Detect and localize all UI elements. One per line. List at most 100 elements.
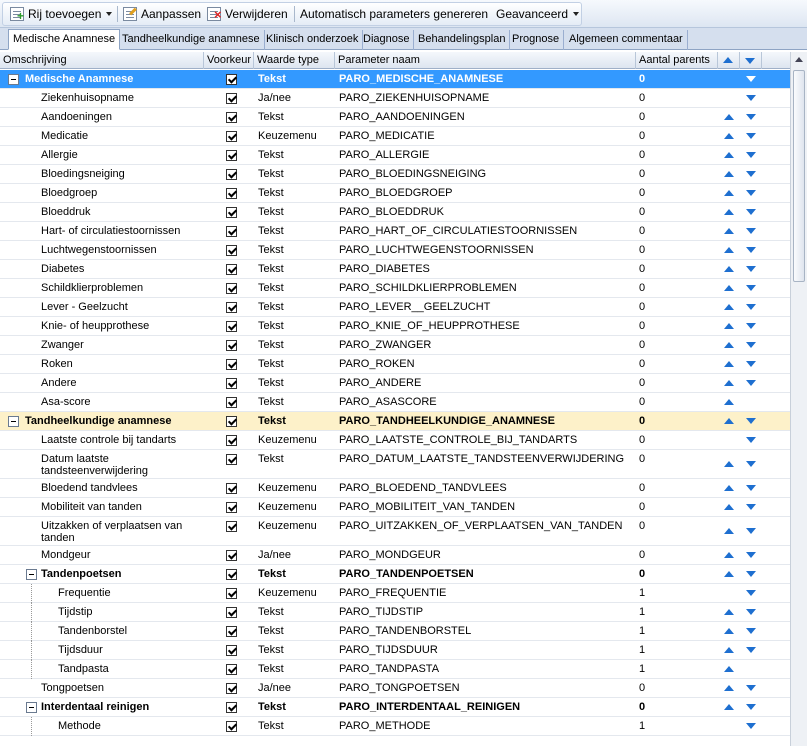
move-up-icon[interactable] xyxy=(724,133,734,139)
move-down-icon[interactable] xyxy=(746,418,756,424)
move-down-icon[interactable] xyxy=(746,133,756,139)
tab-diagnose[interactable]: Diagnose xyxy=(359,30,415,50)
scrollbar-thumb[interactable] xyxy=(793,70,805,282)
column-header-parameter-name[interactable]: Parameter naam xyxy=(335,52,636,69)
move-up-icon[interactable] xyxy=(724,171,734,177)
table-row[interactable]: Ziekenhuisopname Ja/nee PARO_ZIEKENHUISOPN… xyxy=(0,89,790,108)
preference-checkbox[interactable] xyxy=(226,416,237,427)
move-down-icon[interactable] xyxy=(746,723,756,729)
move-up-icon[interactable] xyxy=(724,342,734,348)
move-down-icon[interactable] xyxy=(746,461,756,467)
column-header-description[interactable]: Omschrijving xyxy=(0,52,204,69)
table-row[interactable]: Lever - Geelzucht Tekst PARO_LEVER__GEELZU… xyxy=(0,298,790,317)
collapse-icon[interactable] xyxy=(26,569,37,580)
table-row[interactable]: Tijdsduur Tekst PARO_TIJDSDUUR 1 xyxy=(0,641,790,660)
preference-checkbox[interactable] xyxy=(226,664,237,675)
preference-checkbox[interactable] xyxy=(226,569,237,580)
preference-checkbox[interactable] xyxy=(226,264,237,275)
move-down-icon[interactable] xyxy=(746,504,756,510)
move-up-icon[interactable] xyxy=(724,647,734,653)
move-down-icon[interactable] xyxy=(746,528,756,534)
advanced-menu-button[interactable]: Geavanceerd xyxy=(496,4,580,24)
column-header-value-type[interactable]: Waarde type xyxy=(254,52,335,69)
scroll-up-icon[interactable] xyxy=(795,57,803,62)
table-row[interactable]: Andere Tekst PARO_ANDERE 0 xyxy=(0,374,790,393)
move-up-icon[interactable] xyxy=(724,266,734,272)
move-down-icon[interactable] xyxy=(746,609,756,615)
collapse-icon[interactable] xyxy=(26,702,37,713)
move-down-icon[interactable] xyxy=(746,247,756,253)
preference-checkbox[interactable] xyxy=(226,207,237,218)
table-row[interactable]: Medicatie Keuzemenu PARO_MEDICATIE 0 xyxy=(0,127,790,146)
column-header-move-up[interactable] xyxy=(718,52,740,69)
table-row[interactable]: Aandoeningen Tekst PARO_AANDOENINGEN 0 xyxy=(0,108,790,127)
move-up-icon[interactable] xyxy=(724,685,734,691)
move-down-icon[interactable] xyxy=(746,228,756,234)
move-down-icon[interactable] xyxy=(746,437,756,443)
move-down-icon[interactable] xyxy=(746,571,756,577)
preference-checkbox[interactable] xyxy=(226,283,237,294)
move-down-icon[interactable] xyxy=(746,590,756,596)
move-down-icon[interactable] xyxy=(746,190,756,196)
move-down-icon[interactable] xyxy=(746,485,756,491)
move-up-icon[interactable] xyxy=(724,114,734,120)
group-row[interactable]: Interdentaal reinigen Tekst PARO_INTERDENT… xyxy=(0,698,790,717)
preference-checkbox[interactable] xyxy=(226,131,237,142)
move-down-icon[interactable] xyxy=(746,114,756,120)
delete-button[interactable]: Verwijderen xyxy=(207,4,288,24)
move-up-icon[interactable] xyxy=(724,485,734,491)
preference-checkbox[interactable] xyxy=(226,702,237,713)
move-up-icon[interactable] xyxy=(724,609,734,615)
table-row[interactable]: Asa-score Tekst PARO_ASASCORE 0 xyxy=(0,393,790,412)
move-down-icon[interactable] xyxy=(746,685,756,691)
preference-checkbox[interactable] xyxy=(226,378,237,389)
column-header-parent-count[interactable]: Aantal parents xyxy=(636,52,718,69)
collapse-icon[interactable] xyxy=(8,74,19,85)
generate-parameters-button[interactable]: Automatisch parameters genereren xyxy=(300,4,488,24)
move-down-icon[interactable] xyxy=(746,209,756,215)
preference-checkbox[interactable] xyxy=(226,454,237,465)
table-row[interactable]: Tandpasta Tekst PARO_TANDPASTA 1 xyxy=(0,660,790,679)
preference-checkbox[interactable] xyxy=(226,435,237,446)
move-down-icon[interactable] xyxy=(746,304,756,310)
group-row[interactable]: Tandenpoetsen Tekst PARO_TANDENPOETSEN 0 xyxy=(0,565,790,584)
tab-medische-anamnese[interactable]: Medische Anamnese xyxy=(8,29,121,50)
preference-checkbox[interactable] xyxy=(226,721,237,732)
table-row[interactable]: Datum laatste tandsteenverwijdering Tekst… xyxy=(0,450,790,479)
move-up-icon[interactable] xyxy=(724,418,734,424)
move-down-icon[interactable] xyxy=(746,342,756,348)
preference-checkbox[interactable] xyxy=(226,112,237,123)
move-up-icon[interactable] xyxy=(724,571,734,577)
move-up-icon[interactable] xyxy=(724,209,734,215)
table-row[interactable]: Bloedend tandvlees Keuzemenu PARO_BLOEDEND… xyxy=(0,479,790,498)
column-header-move-down[interactable] xyxy=(740,52,762,69)
move-up-icon[interactable] xyxy=(724,285,734,291)
table-row[interactable]: Zwanger Tekst PARO_ZWANGER 0 xyxy=(0,336,790,355)
tab-prognose[interactable]: Prognose xyxy=(508,30,565,50)
move-up-icon[interactable] xyxy=(724,528,734,534)
table-row[interactable]: Luchtwegenstoornissen Tekst PARO_LUCHTWEGE… xyxy=(0,241,790,260)
preference-checkbox[interactable] xyxy=(226,226,237,237)
move-up-icon[interactable] xyxy=(724,304,734,310)
move-up-icon[interactable] xyxy=(724,461,734,467)
move-down-icon[interactable] xyxy=(746,323,756,329)
table-row[interactable]: Roken Tekst PARO_ROKEN 0 xyxy=(0,355,790,374)
preference-checkbox[interactable] xyxy=(226,359,237,370)
move-up-icon[interactable] xyxy=(724,666,734,672)
preference-checkbox[interactable] xyxy=(226,321,237,332)
group-row[interactable]: Medische Anamnese Tekst PARO_MEDISCHE_ANAM… xyxy=(0,70,790,89)
table-row[interactable]: Tandenborstel Tekst PARO_TANDENBORSTEL 1 xyxy=(0,622,790,641)
preference-checkbox[interactable] xyxy=(226,550,237,561)
tab-algemeen-commentaar[interactable]: Algemeen commentaar xyxy=(565,30,688,50)
move-down-icon[interactable] xyxy=(746,552,756,558)
group-row[interactable]: Tandheelkundige anamnese Tekst PARO_TANDHE… xyxy=(0,412,790,431)
table-row[interactable]: Tongpoetsen Ja/nee PARO_TONGPOETSEN 0 xyxy=(0,679,790,698)
preference-checkbox[interactable] xyxy=(226,588,237,599)
table-row[interactable]: Hart- of circulatiestoornissen Tekst PARO_… xyxy=(0,222,790,241)
add-row-button[interactable]: Rij toevoegen xyxy=(10,4,113,24)
table-row[interactable]: Schildklierproblemen Tekst PARO_SCHILDKLIE… xyxy=(0,279,790,298)
table-row[interactable]: Bloeddruk Tekst PARO_BLOEDDRUK 0 xyxy=(0,203,790,222)
table-row[interactable]: Tijdstip Tekst PARO_TIJDSTIP 1 xyxy=(0,603,790,622)
tab-tandheelkundige-anamnese[interactable]: Tandheelkundige anamnese xyxy=(118,30,265,50)
preference-checkbox[interactable] xyxy=(226,340,237,351)
